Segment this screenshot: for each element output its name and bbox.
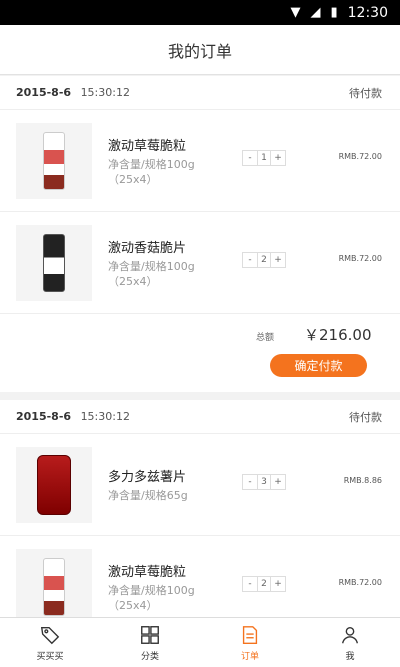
total-amount: ￥216.00 (304, 326, 372, 344)
product-name: 多力多兹薯片 (108, 470, 187, 485)
quantity-stepper: - 2 + (242, 252, 286, 268)
wifi-icon: ▼ (290, 5, 301, 20)
product-image (16, 548, 92, 617)
tag-icon (40, 626, 60, 644)
page-header: 我的订单 (0, 25, 400, 75)
product-spec: 净含量/规格100g（25x4） (108, 259, 195, 288)
tab-bar: 买买买 分类 订单 我 (0, 617, 400, 667)
quantity-value: 1 (257, 151, 271, 165)
order-header: 2015-8-6 15:30:12 待付款 (0, 76, 400, 110)
item-price: RMB.72.00 (338, 578, 382, 587)
quantity-stepper: - 1 + (242, 150, 286, 166)
item-price: RMB.8.86 (343, 476, 382, 485)
product-image (16, 122, 92, 199)
order-status: 待付款 (349, 410, 382, 424)
quantity-value: 2 (257, 577, 271, 591)
total-label: 总额 (256, 333, 275, 343)
tab-label: 我 (345, 651, 355, 662)
decrement-button[interactable]: - (243, 151, 257, 165)
tab-label: 分类 (140, 651, 159, 662)
product-name: 激动香菇脆片 (108, 240, 187, 256)
tab-shop[interactable]: 买买买 (0, 618, 100, 667)
order-time: 15:30:12 (80, 86, 130, 99)
user-icon (341, 626, 359, 643)
increment-button[interactable]: + (271, 577, 285, 591)
quantity-value: 2 (257, 253, 271, 267)
product-image (16, 224, 92, 301)
decrement-button[interactable]: - (243, 577, 257, 591)
battery-icon: ▮ (330, 5, 338, 20)
product-name: 激动草莓脆粒 (108, 138, 187, 154)
order-item[interactable]: 多力多兹薯片 净含量/规格65g - 3 + RMB.8.86 (0, 434, 400, 536)
order-item[interactable]: 激动香菇脆片 净含量/规格100g（25x4） - 2 + RMB.72.00 (0, 212, 400, 314)
tab-orders[interactable]: 订单 (200, 618, 300, 667)
page-title: 我的订单 (167, 41, 232, 61)
product-spec: 净含量/规格65g (108, 489, 188, 502)
order-header: 2015-8-6 15:30:12 待付款 (0, 400, 400, 434)
order-date: 2015-8-6 (16, 410, 72, 423)
status-time: 12:30 (347, 4, 388, 21)
order-card: 2015-8-6 15:30:12 待付款 激动草莓脆粒 净含量/规格100g（… (0, 76, 400, 392)
signal-icon: ◢ (310, 5, 321, 20)
order-icon (242, 625, 258, 644)
order-item[interactable]: 激动草莓脆粒 净含量/规格100g（25x4） - 1 + RMB.72.00 (0, 110, 400, 212)
grid-icon (141, 625, 159, 644)
increment-button[interactable]: + (271, 475, 285, 489)
item-price: RMB.72.00 (338, 254, 382, 263)
status-bar: ▼ ◢ ▮ 12:30 (0, 0, 400, 25)
product-name: 激动草莓脆粒 (108, 564, 187, 580)
order-date: 2015-8-6 (16, 86, 72, 99)
product-spec: 净含量/规格100g（25x4） (108, 157, 195, 186)
item-price: RMB.72.00 (338, 152, 382, 161)
quantity-value: 3 (257, 475, 271, 489)
tab-label: 买买买 (36, 651, 64, 662)
increment-button[interactable]: + (271, 253, 285, 267)
quantity-stepper: - 3 + (242, 474, 286, 490)
order-status: 待付款 (349, 86, 382, 100)
decrement-button[interactable]: - (243, 475, 257, 489)
increment-button[interactable]: + (271, 151, 285, 165)
order-summary: 总额 ￥216.00 确定付款 (0, 314, 400, 392)
tab-label: 订单 (240, 651, 259, 662)
tab-me[interactable]: 我 (300, 618, 400, 667)
decrement-button[interactable]: - (243, 253, 257, 267)
order-card: 2015-8-6 15:30:12 待付款 多力多兹薯片 净含量/规格65g -… (0, 400, 400, 617)
quantity-stepper: - 2 + (242, 576, 286, 592)
confirm-payment-button[interactable]: 确定付款 (270, 354, 367, 377)
product-spec: 净含量/规格100g（25x4） (108, 583, 195, 612)
tab-category[interactable]: 分类 (100, 618, 200, 667)
order-item[interactable]: 激动草莓脆粒 净含量/规格100g（25x4） - 2 + RMB.72.00 (0, 536, 400, 617)
product-image (16, 446, 92, 523)
order-list[interactable]: 2015-8-6 15:30:12 待付款 激动草莓脆粒 净含量/规格100g（… (0, 76, 400, 617)
order-time: 15:30:12 (80, 410, 130, 423)
